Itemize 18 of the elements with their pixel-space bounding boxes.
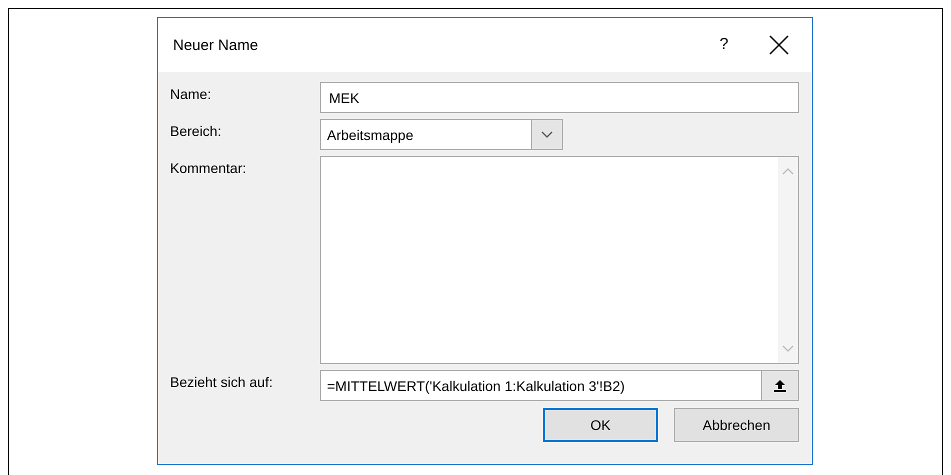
field-label: Bereich: xyxy=(170,122,222,141)
scroll-down-icon[interactable] xyxy=(782,345,794,353)
upload-arrow-icon xyxy=(774,379,786,392)
close-icon[interactable] xyxy=(768,34,790,56)
comment-field[interactable] xyxy=(320,156,799,364)
help-button[interactable]: ? xyxy=(710,36,738,54)
dialog-title: Neuer Name xyxy=(173,36,260,54)
scope-dropdown[interactable]: Arbeitsmappe xyxy=(320,119,563,150)
scroll-up-icon[interactable] xyxy=(782,167,794,175)
cancel-button[interactable]: Abbrechen xyxy=(674,408,799,442)
field-label: Name: xyxy=(170,85,212,104)
name-field[interactable]: MEK xyxy=(320,82,799,113)
field-label: Kommentar: xyxy=(170,159,248,178)
chevron-down-icon xyxy=(541,130,553,138)
field-label: Bezieht sich auf: xyxy=(170,373,274,392)
collapse-button[interactable] xyxy=(761,371,798,400)
reference-field[interactable]: =MITTELWERT('Kalkulation 1:Kalkulation 3'!B2) xyxy=(320,370,799,401)
ok-button[interactable]: OK xyxy=(543,408,658,442)
